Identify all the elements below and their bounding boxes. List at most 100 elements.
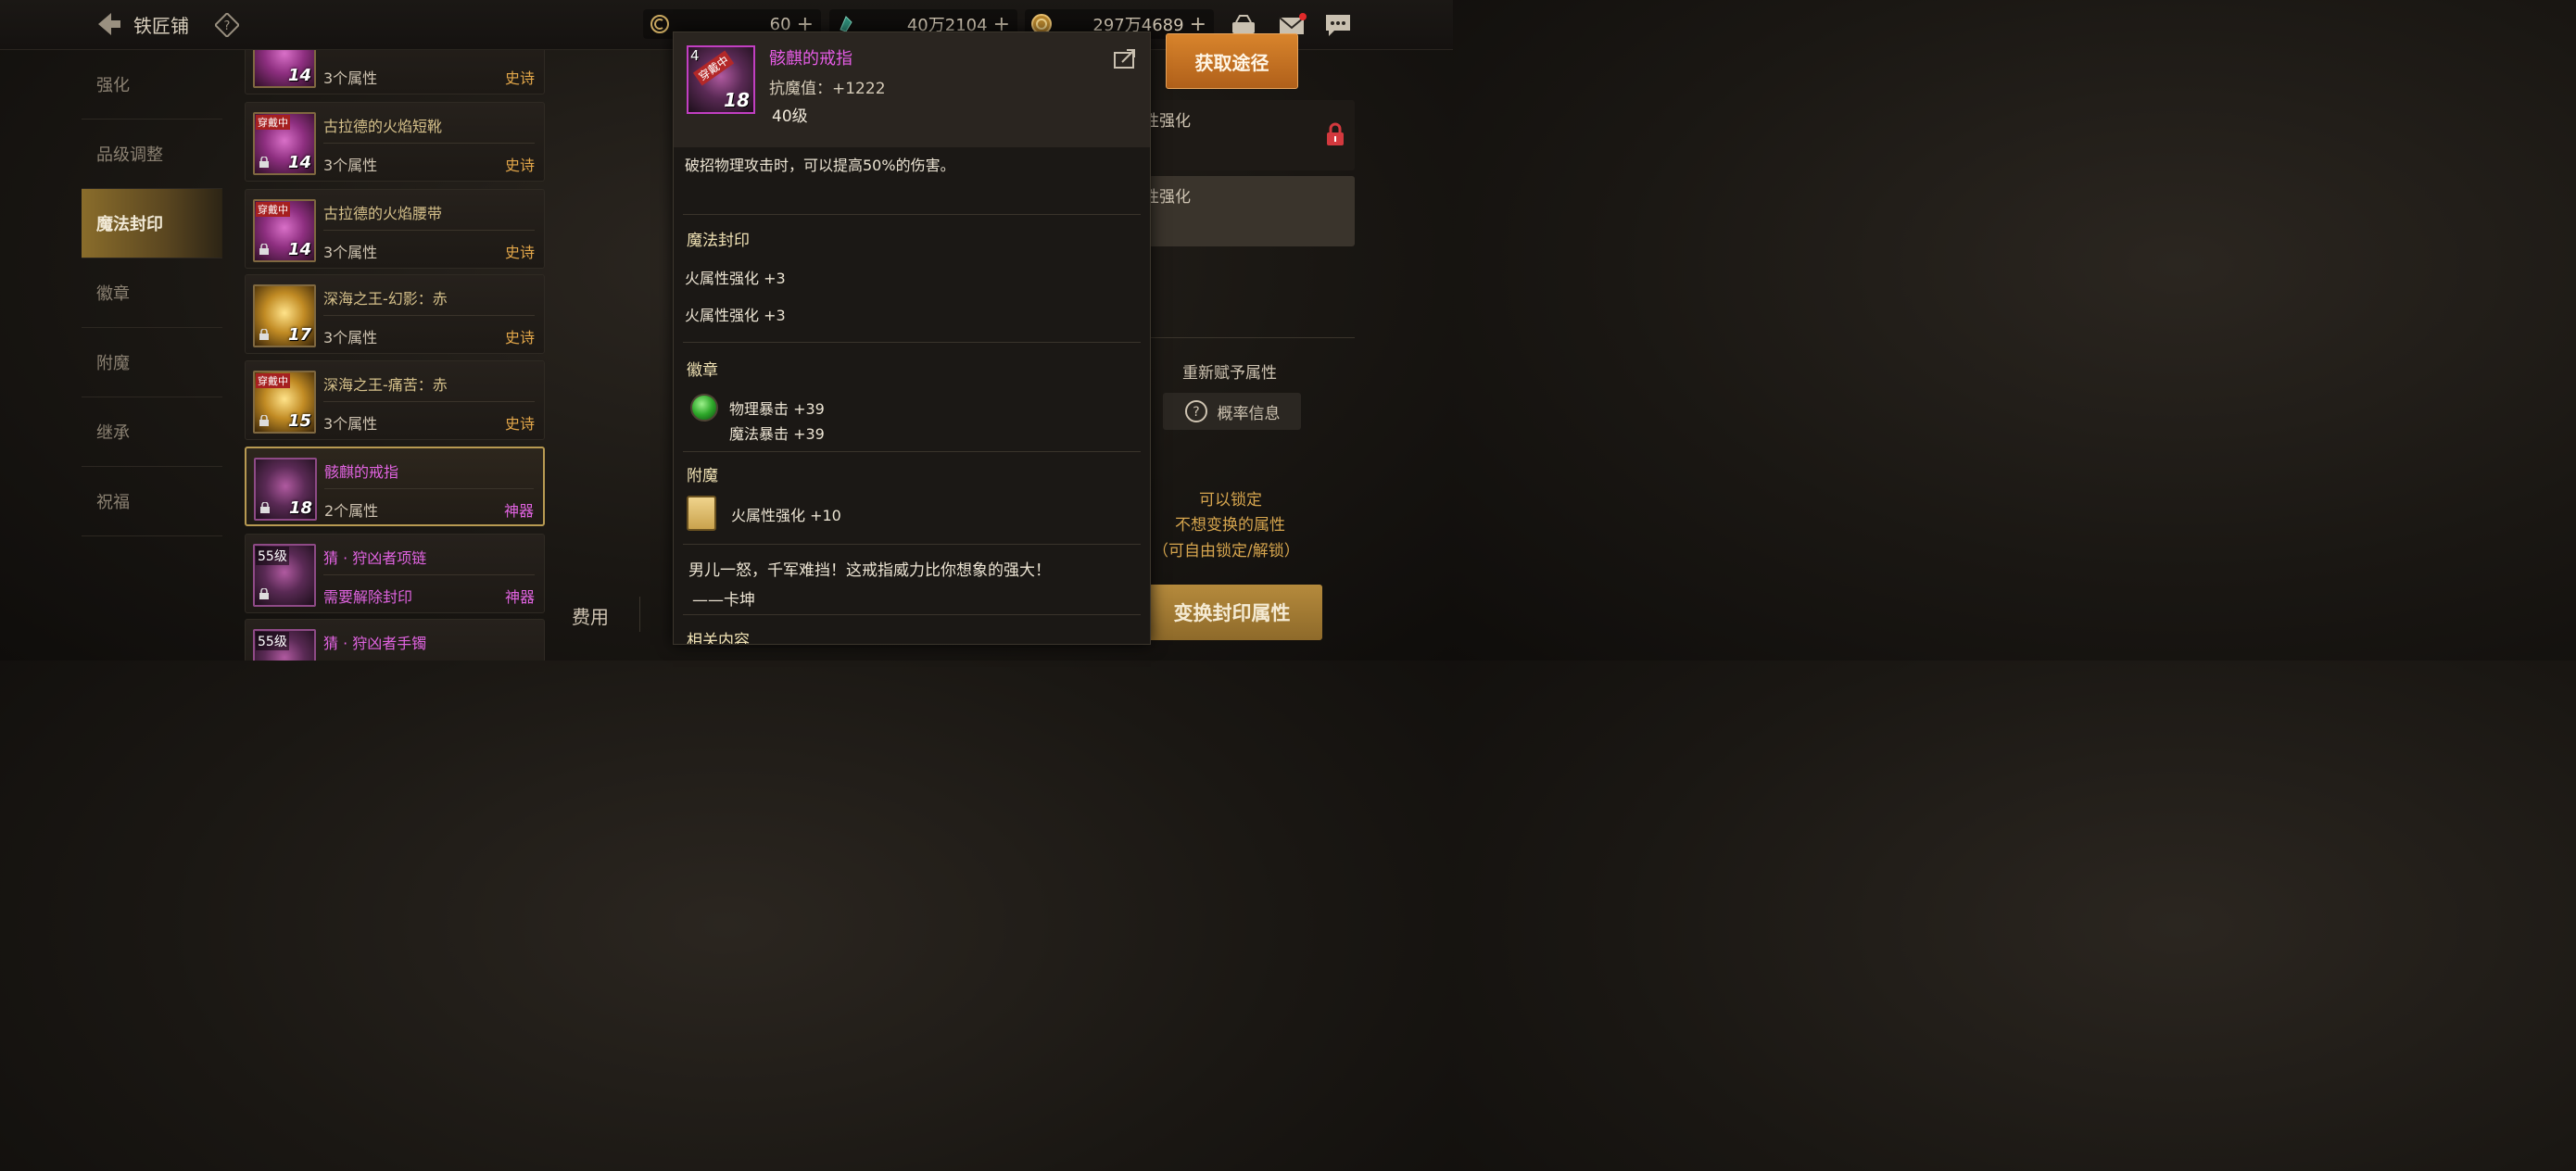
item-thumbnail: 穿戴中 14 [253,199,316,262]
seal-line: 火属性强化 +3 [685,270,786,287]
divider [683,544,1141,545]
menu-item-emblem[interactable]: 徽章 [82,258,222,328]
item-name: 深海之王-痛苦：赤 [323,376,448,394]
menu-item-magic-seal[interactable]: 魔法封印 [82,189,222,258]
seal-line: 火属性强化 +3 [685,307,786,324]
flavor-author: ——卡坤 [692,591,755,610]
item-level-requirement: 55级 [256,632,289,650]
list-item[interactable]: 14 3个属性 史诗 [245,50,545,94]
list-item-selected[interactable]: 18 骸麒的戒指 2个属性 神器 [245,447,545,526]
fatigue-icon [650,15,669,33]
divider [639,597,640,632]
list-item[interactable]: 17 深海之王-幻影：赤 3个属性 史诗 [245,274,545,354]
lock-icon [259,244,269,255]
tooltip-item-icon: 4 穿戴中 18 [687,45,755,114]
item-rarity: 史诗 [504,157,535,174]
enchant-card-icon [687,496,716,531]
tooltip-description: 破招物理攻击时，可以提高50%的伤害。 [685,157,955,174]
item-level-requirement: 55级 [256,547,289,565]
item-thumbnail: 穿戴中 15 [253,371,316,434]
list-item[interactable]: 穿戴中 14 古拉德的火焰腰带 3个属性 史诗 [245,189,545,269]
menu-item-grade-adjust[interactable]: 品级调整 [82,120,222,189]
flavor-text: 男儿一怒，千军难挡！这戒指威力比你想象的强大！ [688,561,1051,580]
question-circle-icon: ? [1184,400,1207,422]
probability-info-button[interactable]: ? 概率信息 [1163,393,1301,430]
divider [683,614,1141,615]
item-level: 17 [287,325,311,345]
list-item[interactable]: 55级 猜 · 狩凶者手镯 [245,619,545,661]
get-source-button[interactable]: 获取途径 [1166,33,1298,89]
list-item[interactable]: 55级 猜 · 狩凶者项链 需要解除封印 神器 [245,534,545,613]
lock-icon [259,329,269,340]
item-level: 18 [724,89,750,111]
item-name: 猜 · 狩凶者手镯 [323,635,427,652]
item-thumbnail: 17 [253,284,316,347]
probability-label: 概率信息 [1217,404,1281,423]
item-level: 18 [288,498,312,518]
item-level: 15 [287,411,311,431]
list-item[interactable]: 穿戴中 14 古拉德的火焰短靴 3个属性 史诗 [245,102,545,182]
swap-seal-button[interactable]: 变换封印属性 [1142,585,1322,640]
equipped-badge: 穿戴中 [256,373,290,388]
divider [683,214,1141,215]
emblem-section-title: 徽章 [687,361,718,380]
menu-item-label: 附魔 [96,354,130,373]
menu-item-label: 继承 [96,423,130,443]
item-attr-count: 3个属性 [323,244,378,261]
item-rarity: 神器 [504,588,535,606]
page-title: 铁匠铺 [133,15,189,37]
menu-item-bless[interactable]: 祝福 [82,467,222,536]
divider [324,488,534,489]
item-name: 深海之王-幻影：赤 [323,290,448,308]
svg-text:?: ? [1193,405,1199,420]
divider [683,451,1141,452]
lock-icon [259,157,269,168]
menu-item-enchant[interactable]: 附魔 [82,328,222,397]
divider [323,574,535,575]
item-rarity: 史诗 [504,69,535,87]
lock-hint: （可自由锁定/解锁） [1153,542,1300,560]
item-name: 古拉德的火焰短靴 [323,118,443,135]
item-attr-count: 3个属性 [323,329,378,346]
lock-hint: 不想变换的属性 [1175,516,1285,535]
seal-slot-2[interactable]: 火属性强化 [1112,176,1355,246]
item-level: 14 [287,153,311,172]
item-thumbnail: 14 [253,50,316,88]
lock-icon[interactable] [1325,122,1345,146]
item-rarity: 史诗 [504,329,535,346]
item-count: 4 [690,47,700,64]
menu-item-label: 品级调整 [96,145,163,165]
related-section-title: 相关内容 [687,632,750,645]
item-attr-count: 3个属性 [323,157,378,174]
lock-icon [260,502,270,513]
item-level: 14 [287,66,311,85]
menu-item-label: 魔法封印 [96,215,163,234]
divider [323,143,535,144]
left-menu: 强化 品级调整 魔法封印 徽章 附魔 继承 祝福 [82,50,222,536]
menu-item-label: 强化 [96,76,130,95]
menu-item-inherit[interactable]: 继承 [82,397,222,467]
item-thumbnail: 穿戴中 14 [253,112,316,175]
divider [683,342,1141,343]
add-gold-button[interactable]: + [1190,13,1206,36]
divider [323,315,535,316]
item-rarity: 史诗 [504,244,535,261]
item-rarity: 神器 [503,502,534,520]
equipment-list[interactable]: 14 3个属性 史诗 穿戴中 14 古拉德的火焰短靴 3个属性 史诗 穿戴中 1… [243,50,547,661]
tooltip-item-name: 骸麒的戒指 [769,49,852,69]
list-item[interactable]: 穿戴中 15 深海之王-痛苦：赤 3个属性 史诗 [245,360,545,440]
tooltip-stat: 抗魔值：+1222 [769,80,886,98]
item-name: 古拉德的火焰腰带 [323,205,443,222]
help-icon[interactable]: ? [215,13,239,37]
svg-text:?: ? [224,19,231,33]
item-attr-count: 2个属性 [324,502,379,520]
seal-slot-1[interactable]: 火属性强化 [1112,100,1355,170]
enchant-line: 火属性强化 +10 [731,507,841,524]
share-icon[interactable] [1113,47,1137,69]
equipped-badge: 穿戴中 [256,202,290,217]
chat-icon[interactable] [1323,11,1353,39]
equipped-badge: 穿戴中 [256,115,290,130]
back-arrow-icon[interactable] [91,9,124,39]
item-thumbnail: 18 [254,458,317,521]
menu-item-enhance[interactable]: 强化 [82,50,222,120]
